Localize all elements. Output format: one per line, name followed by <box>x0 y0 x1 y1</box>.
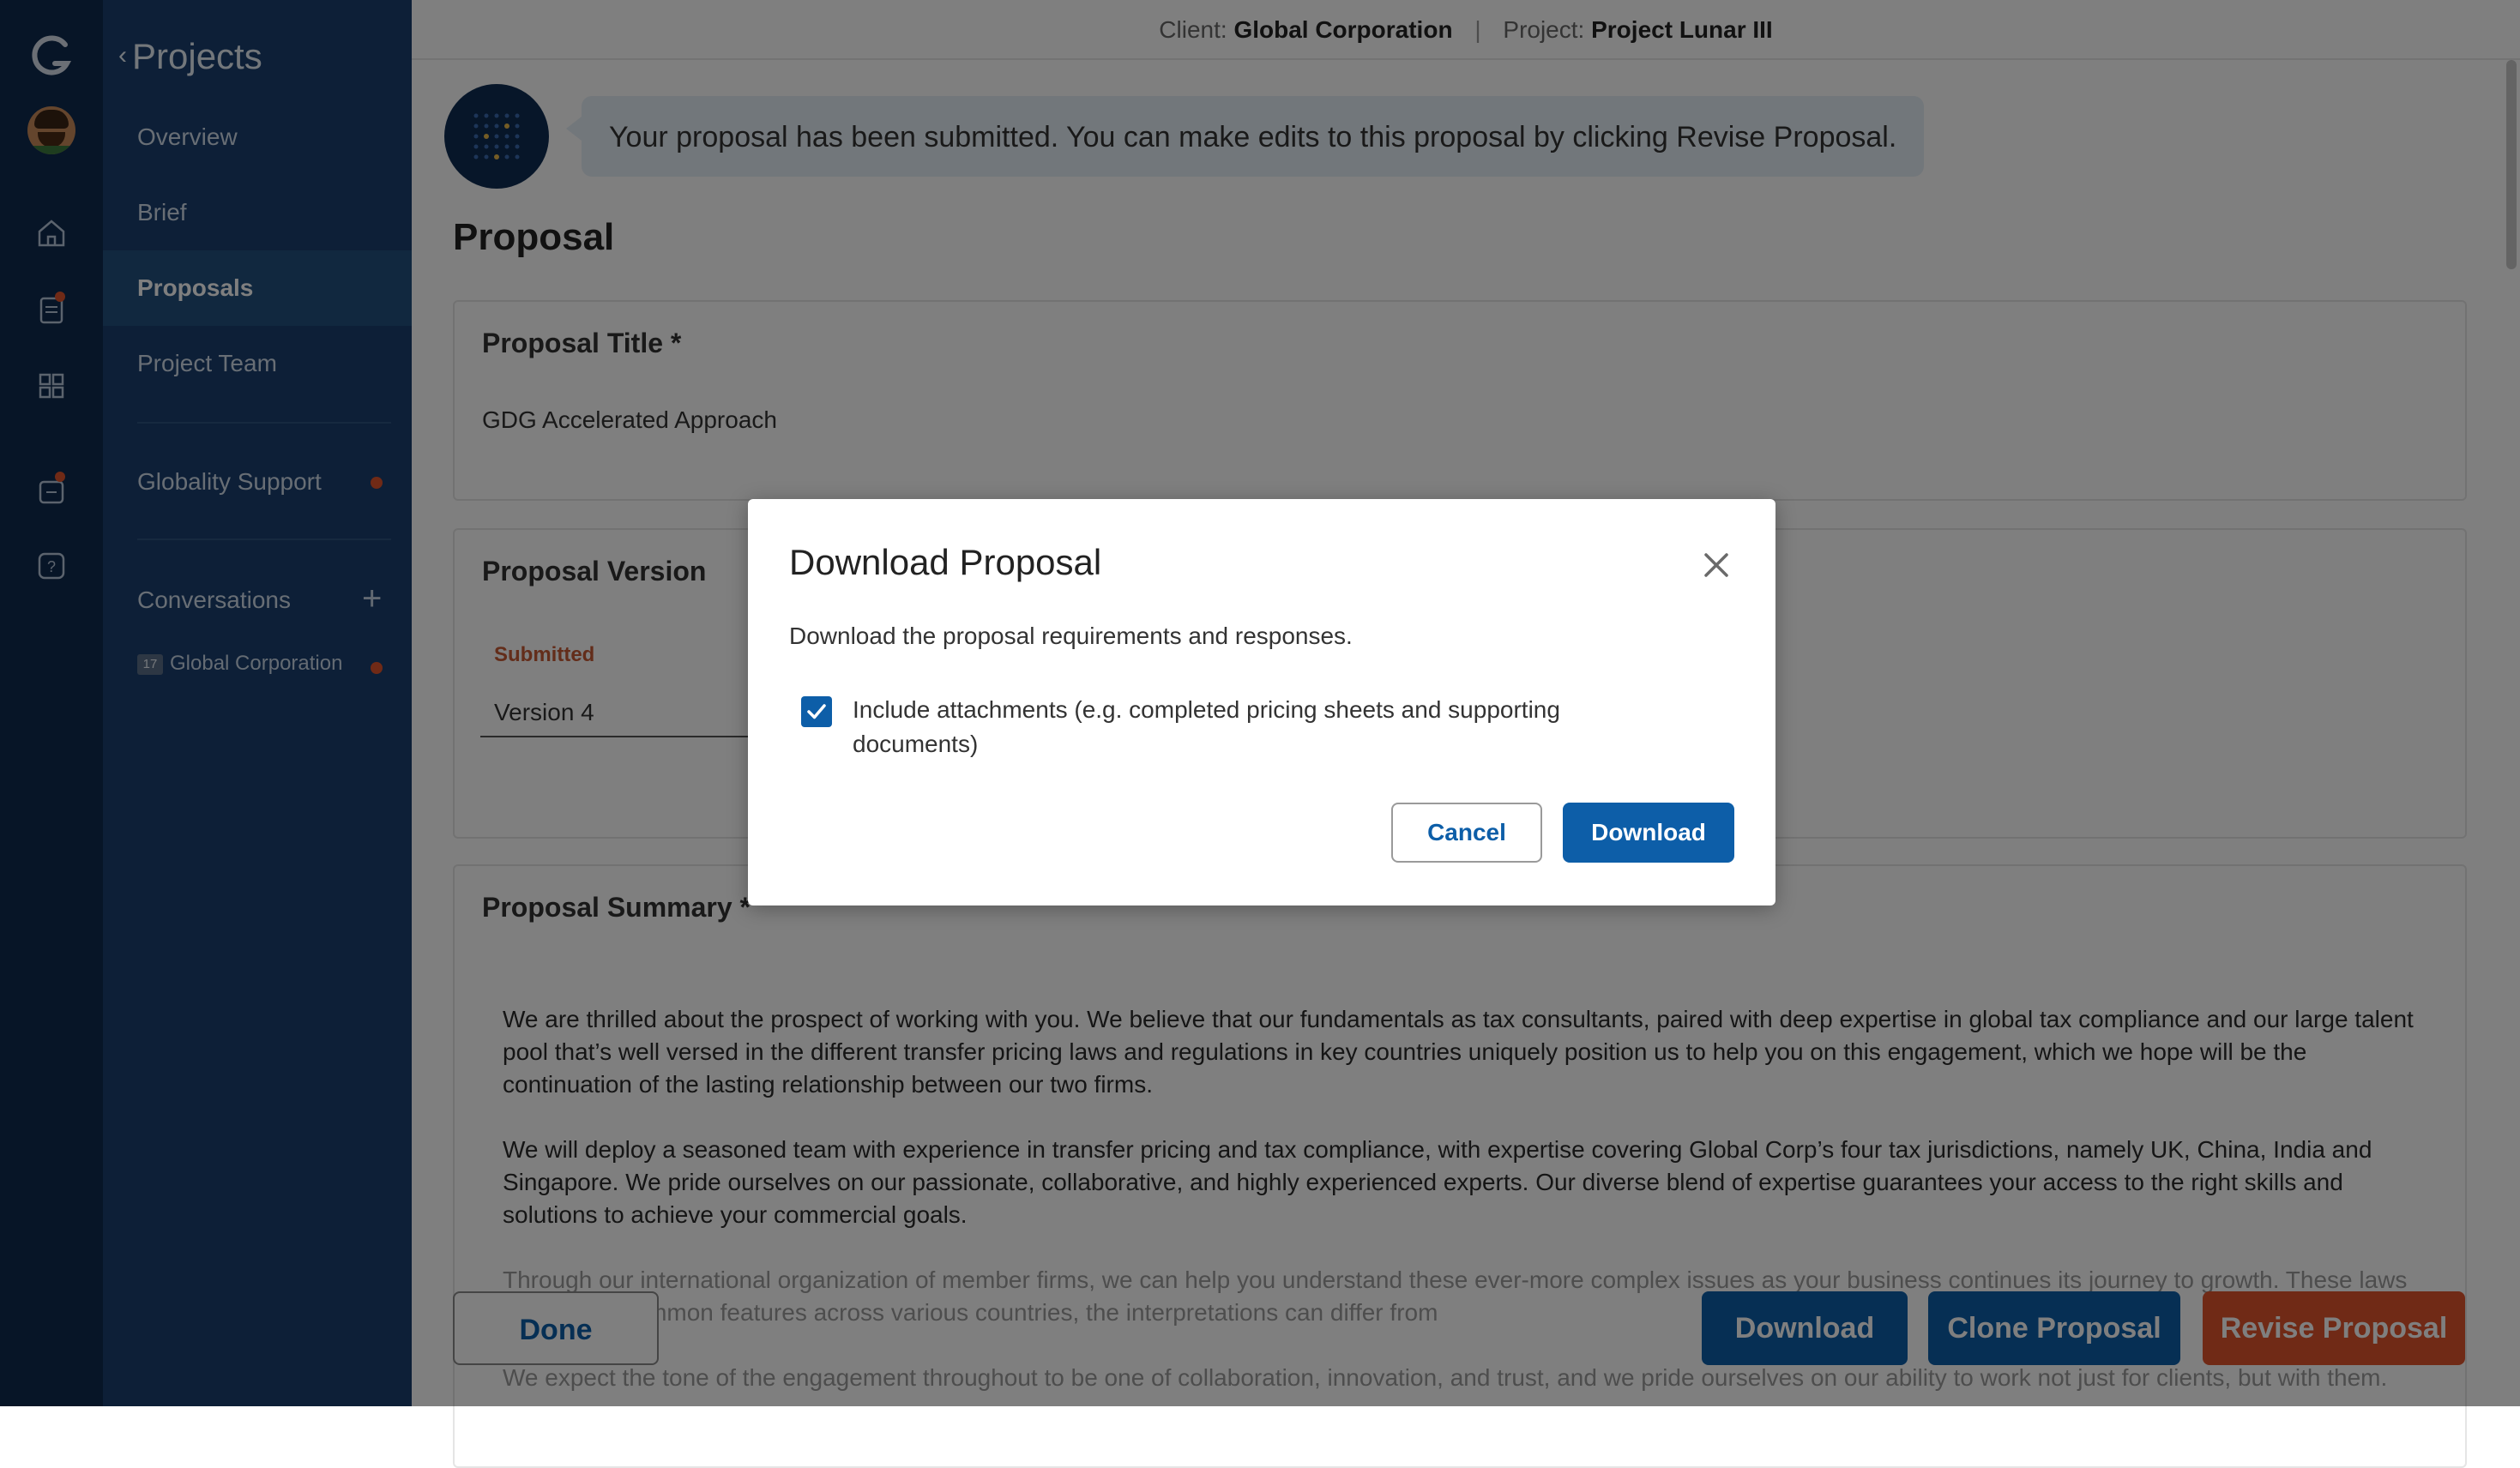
dialog-description: Download the proposal requirements and r… <box>789 623 1353 649</box>
cancel-button[interactable]: Cancel <box>1391 803 1542 863</box>
download-proposal-dialog: Download Proposal Download the proposal … <box>748 499 1775 905</box>
include-attachments-label[interactable]: Include attachments (e.g. completed pric… <box>853 693 1642 761</box>
dialog-download-button[interactable]: Download <box>1563 803 1734 863</box>
include-attachments-checkbox[interactable] <box>801 696 832 727</box>
dialog-title: Download Proposal <box>789 542 1102 582</box>
checkmark-icon <box>807 704 826 719</box>
close-icon[interactable] <box>1700 549 1733 581</box>
